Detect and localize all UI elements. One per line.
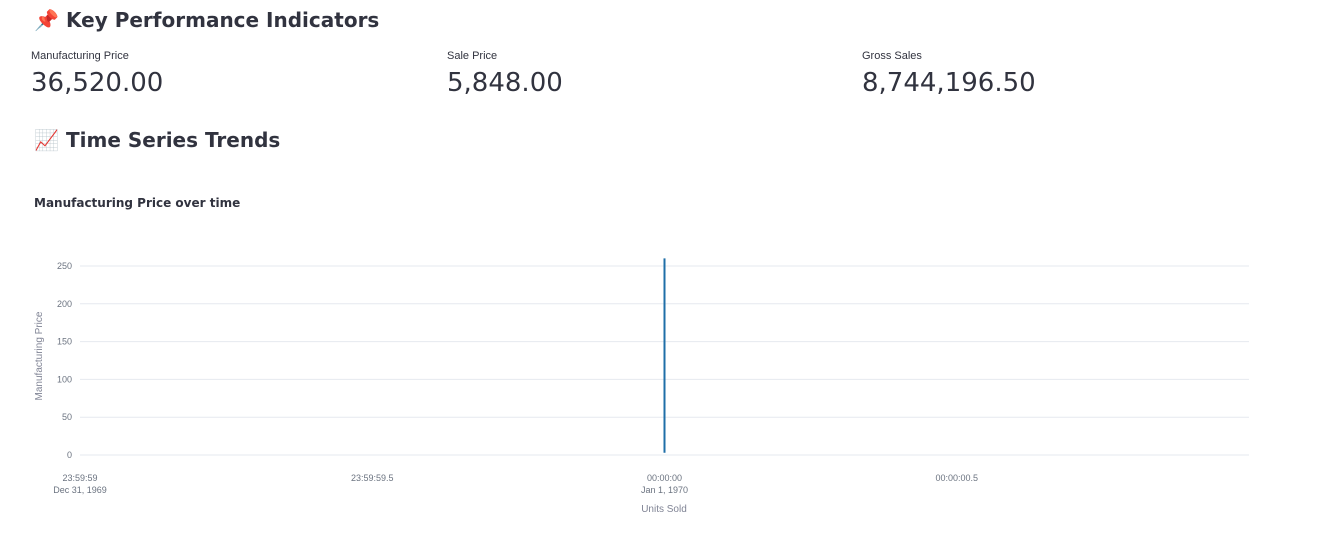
y-tick-label: 200	[57, 299, 72, 309]
x-tick-sublabel: Dec 31, 1969	[53, 485, 107, 495]
x-tick-label: 23:59:59	[62, 473, 97, 483]
y-tick-label: 250	[57, 261, 72, 271]
x-tick-label: 23:59:59.5	[351, 473, 394, 483]
y-tick-label: 0	[67, 450, 72, 460]
y-tick-label: 100	[57, 374, 72, 384]
x-tick-sublabel: Jan 1, 1970	[641, 485, 688, 495]
x-axis-title: Units Sold	[641, 504, 687, 515]
y-axis-title: Manufacturing Price	[34, 311, 45, 400]
x-tick-label: 00:00:00	[647, 473, 682, 483]
line-chart[interactable]: 0 50 100 150 200 250 23:59:59 Dec 31, 1969 23:59…	[0, 0, 1332, 535]
y-tick-label: 150	[57, 337, 72, 347]
x-tick-label: 00:00:00.5	[935, 473, 978, 483]
y-tick-label: 50	[62, 412, 72, 422]
